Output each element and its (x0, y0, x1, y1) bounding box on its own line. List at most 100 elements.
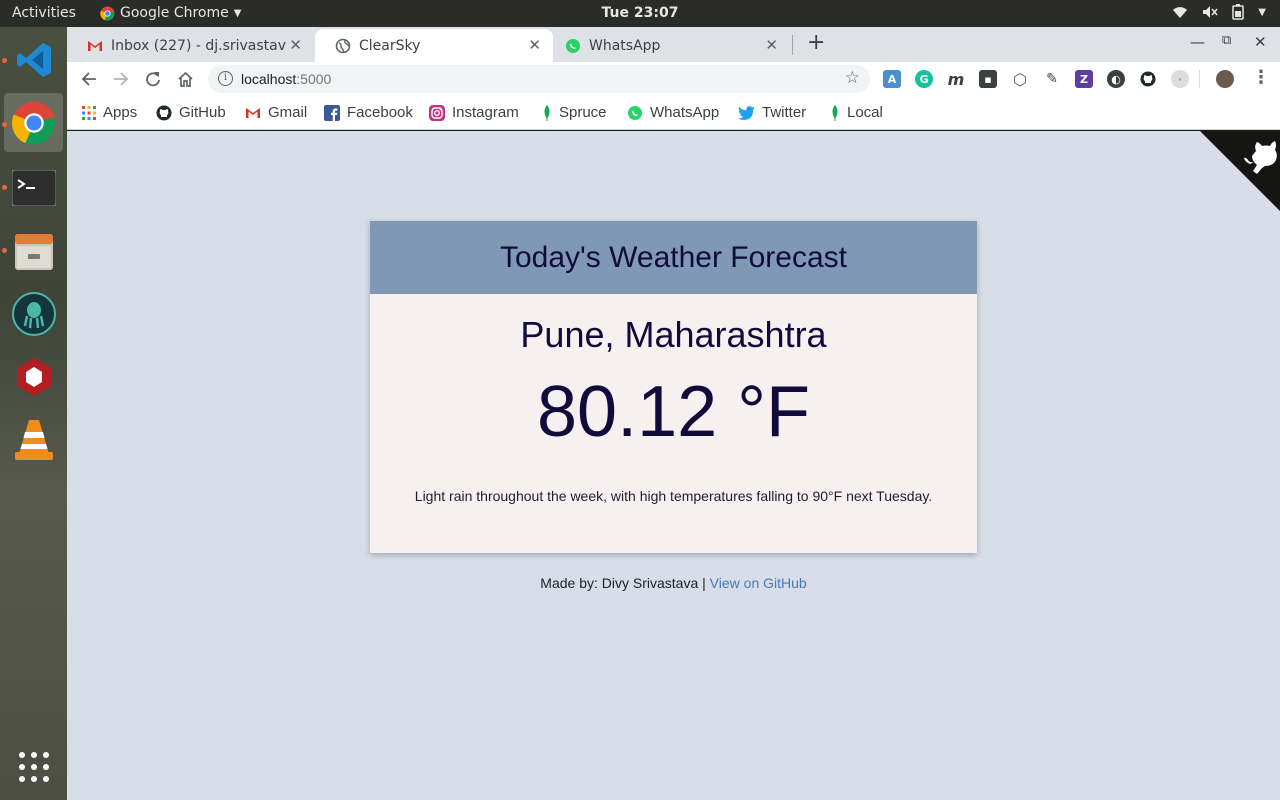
close-window-button[interactable]: ✕ (1254, 33, 1267, 51)
wifi-icon (1173, 7, 1188, 18)
dock-gitkraken[interactable] (4, 284, 63, 343)
hexagon-extension-icon[interactable]: ⬡ (1011, 70, 1029, 89)
system-tray[interactable]: ▼ (1172, 4, 1266, 20)
restore-button[interactable]: ⧉ (1222, 33, 1231, 48)
bookmark-github[interactable]: GitHub (156, 104, 226, 121)
mercury-icon[interactable]: m (947, 70, 965, 89)
card-header: Today's Weather Forecast (370, 221, 977, 294)
bookmark-spruce[interactable]: Spruce (542, 104, 607, 121)
twitter-icon (738, 105, 755, 120)
eyedropper-icon[interactable]: ✎ (1043, 70, 1061, 88)
kebab-menu-icon[interactable]: ⋮ (1252, 67, 1270, 88)
bookmark-local[interactable]: Local (830, 104, 883, 121)
github-corner-link[interactable] (1200, 131, 1280, 211)
location-name: Pune, Maharashtra (520, 314, 827, 355)
github-icon (156, 105, 172, 120)
home-button[interactable] (173, 67, 197, 91)
dock-files[interactable] (4, 221, 63, 280)
back-button[interactable] (77, 67, 101, 91)
bookmark-whatsapp[interactable]: WhatsApp (627, 104, 719, 121)
address-bar[interactable]: i localhost:5000 ☆ (208, 65, 870, 93)
dark-mode-extension-icon[interactable]: ◐ (1107, 70, 1125, 88)
browser-toolbar: i localhost:5000 ☆ A G m ▪ ⬡ ✎ Z ◐ · ⋮ (67, 62, 1280, 96)
github-extension-icon[interactable] (1139, 70, 1157, 88)
temperature-value: 80.12 °F (537, 372, 810, 452)
bookmark-star-icon[interactable]: ☆ (845, 68, 860, 88)
url-host: localhost (241, 71, 297, 87)
forward-button[interactable] (109, 67, 133, 91)
bookmark-label: Gmail (268, 104, 308, 121)
battery-icon (1232, 4, 1245, 20)
tab-whatsapp[interactable]: WhatsApp ✕ (545, 29, 790, 62)
bookmark-gmail[interactable]: Gmail (245, 104, 307, 121)
close-icon[interactable]: ✕ (765, 36, 778, 54)
bookmark-instagram[interactable]: Instagram (429, 104, 519, 121)
info-icon[interactable]: i (218, 71, 233, 86)
dock (0, 27, 67, 800)
show-apps-button[interactable] (4, 737, 63, 796)
dock-terminal[interactable] (4, 158, 63, 217)
tab-title: ClearSky (359, 37, 421, 54)
system-top-bar: Activities Google Chrome ▼ Tue 23:07 ▼ (0, 0, 1280, 27)
bookmark-apps[interactable]: Apps (82, 104, 137, 121)
globe-icon (335, 38, 351, 53)
chrome-icon (11, 100, 56, 145)
page-viewport: Today's Weather Forecast Pune, Maharasht… (67, 131, 1280, 800)
vlc-icon (14, 419, 53, 460)
tab-divider (792, 35, 793, 55)
tab-inbox[interactable]: Inbox (227) - dj.srivastava ✕ (67, 29, 314, 62)
bookmark-label: Spruce (559, 104, 607, 121)
inactive-extension-icon[interactable]: · (1171, 70, 1189, 88)
gmail-icon (88, 40, 102, 51)
weather-card: Today's Weather Forecast Pune, Maharasht… (370, 221, 977, 553)
bookmark-label: WhatsApp (650, 104, 720, 121)
gmail-icon (246, 107, 260, 118)
dock-ruby[interactable] (4, 347, 63, 406)
ruby-icon (16, 357, 51, 396)
close-icon[interactable]: ✕ (289, 36, 302, 54)
running-indicator (2, 185, 7, 190)
close-icon[interactable]: ✕ (528, 36, 541, 54)
page-footer: Made by: Divy Srivastava | View on GitHu… (67, 575, 1280, 591)
bookmark-facebook[interactable]: Facebook (324, 104, 413, 121)
bookmark-twitter[interactable]: Twitter (738, 104, 806, 121)
home-icon (177, 71, 193, 87)
files-icon (14, 233, 53, 270)
url-text: localhost:5000 (241, 71, 331, 87)
forecast-summary: Light rain throughout the week, with hig… (414, 488, 933, 504)
instagram-icon (429, 104, 445, 121)
dock-vscode[interactable] (4, 30, 63, 89)
bookmark-label: Facebook (347, 104, 413, 121)
view-on-github-link[interactable]: View on GitHub (710, 575, 807, 591)
running-indicator (2, 122, 7, 127)
url-port: :5000 (296, 71, 332, 87)
show-apps-icon (18, 751, 49, 782)
grammarly-icon[interactable]: G (915, 70, 933, 88)
arrow-right-icon (114, 72, 129, 86)
vscode-icon (16, 42, 51, 77)
reload-button[interactable] (141, 67, 165, 91)
tab-clearsky[interactable]: ClearSky ✕ (315, 29, 553, 62)
profile-avatar[interactable] (1216, 70, 1234, 88)
arrow-left-icon (81, 72, 96, 86)
whatsapp-icon (566, 38, 580, 53)
dock-chrome[interactable] (4, 93, 63, 152)
facebook-icon (324, 104, 340, 121)
new-tab-button[interactable]: + (807, 30, 825, 55)
minimize-button[interactable]: — (1190, 33, 1205, 51)
extension-box-icon[interactable]: ▪ (979, 70, 997, 88)
apps-grid-icon (82, 105, 96, 120)
tab-title: Inbox (227) - dj.srivastava (111, 37, 286, 54)
z-extension-icon[interactable]: Z (1075, 70, 1093, 88)
bookmarks-bar: Apps GitHub Gmail Facebook Instagram Spr… (67, 96, 1280, 130)
leaf-icon (544, 104, 550, 121)
gitkraken-icon (11, 291, 56, 336)
bookmark-label: Instagram (452, 104, 519, 121)
clock[interactable]: Tue 23:07 (0, 5, 1280, 21)
running-indicator (2, 248, 7, 253)
tab-strip: Inbox (227) - dj.srivastava ✕ ClearSky ✕… (67, 27, 1280, 62)
translate-extension-icon[interactable]: A (883, 70, 901, 88)
leaf-icon (832, 104, 838, 121)
toolbar-divider (1199, 70, 1200, 88)
dock-vlc[interactable] (4, 410, 63, 469)
